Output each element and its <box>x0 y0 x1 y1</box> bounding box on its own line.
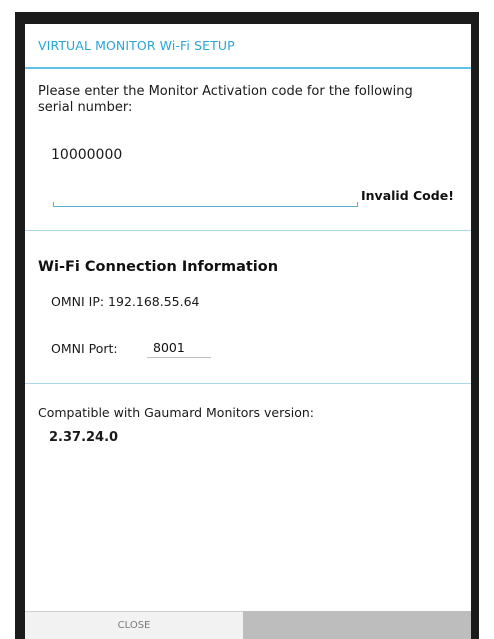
omni-port-input[interactable] <box>147 337 211 358</box>
activation-prompt: Please enter the Monitor Activation code… <box>38 84 413 115</box>
input-underline-left-tick <box>53 202 54 207</box>
wifi-section-heading: Wi-Fi Connection Information <box>38 259 279 275</box>
input-underline-right-tick <box>357 202 358 207</box>
close-button[interactable]: CLOSE <box>25 611 243 639</box>
omni-port-label: OMNI Port: <box>51 341 118 356</box>
section-divider-1 <box>25 230 471 231</box>
close-button-label: CLOSE <box>117 620 151 631</box>
section-divider-2 <box>25 383 471 384</box>
dialog-title: VIRTUAL MONITOR Wi-Fi SETUP <box>38 38 235 53</box>
title-divider <box>25 67 471 69</box>
serial-number: 10000000 <box>51 147 123 163</box>
compatibility-label: Compatible with Gaumard Monitors version… <box>38 405 315 420</box>
wifi-setup-dialog: VIRTUAL MONITOR Wi-Fi SETUP Please enter… <box>25 24 471 639</box>
disabled-action-button[interactable] <box>243 611 471 639</box>
monitor-version: 2.37.24.0 <box>49 430 119 445</box>
omni-ip-label: OMNI IP: 192.168.55.64 <box>51 294 200 309</box>
invalid-code-error: Invalid Code! <box>361 188 454 203</box>
activation-code-input[interactable] <box>53 186 357 207</box>
